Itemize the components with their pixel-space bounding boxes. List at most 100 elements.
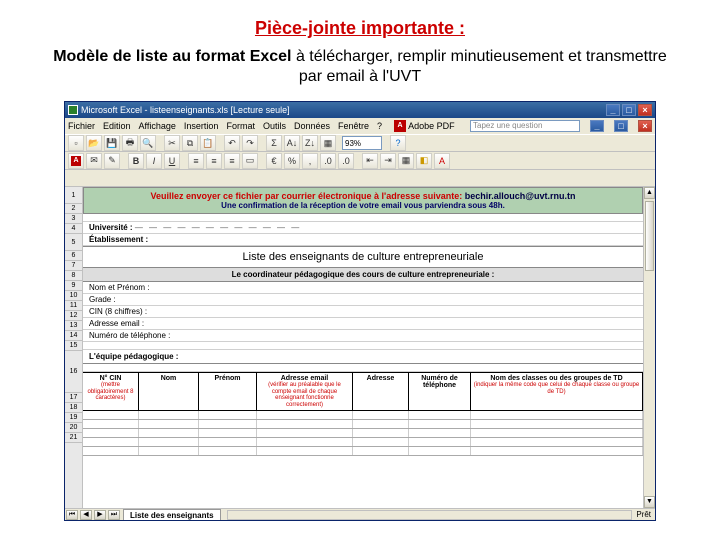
comma-icon[interactable]: , [302,153,318,169]
team-header: L'équipe pédagogique : [83,350,643,364]
row-header[interactable]: 16 [65,351,82,393]
row-header[interactable]: 6 [65,251,82,261]
cut-icon[interactable]: ✂ [164,135,180,151]
zoom-combo[interactable]: 93% [342,136,382,150]
doc-close-button[interactable]: × [638,120,652,132]
merge-icon[interactable]: ▭ [242,153,258,169]
save-icon[interactable]: 💾 [104,135,120,151]
tab-next-icon[interactable]: ▶ [94,510,106,520]
indent-dec-icon[interactable]: ⇤ [362,153,378,169]
row-header[interactable]: 1 [65,187,82,204]
align-left-icon[interactable]: ≡ [188,153,204,169]
new-icon[interactable]: ▫ [68,135,84,151]
currency-icon[interactable]: € [266,153,282,169]
tab-prev-icon[interactable]: ◀ [80,510,92,520]
scroll-down-icon[interactable]: ▼ [644,496,655,508]
minimize-button[interactable]: _ [606,104,620,116]
field-nom: Nom et Prénom : [83,282,643,294]
table-row[interactable] [83,411,643,420]
undo-icon[interactable]: ↶ [224,135,240,151]
pdf-review-icon[interactable]: ✎ [104,153,120,169]
menu-data[interactable]: Données [294,121,330,131]
row-header[interactable]: 12 [65,311,82,321]
menubar: Fichier Edition Affichage Insertion Form… [65,118,655,134]
preview-icon[interactable]: 🔍 [140,135,156,151]
menu-adobe[interactable]: AAdobe PDF [390,120,459,132]
print-icon[interactable]: 🖶 [122,135,138,151]
row-header[interactable]: 19 [65,413,82,423]
menu-tools[interactable]: Outils [263,121,286,131]
menu-format[interactable]: Format [226,121,255,131]
sheet-tab[interactable]: Liste des enseignants [123,509,221,520]
row-header[interactable]: 18 [65,403,82,413]
excel-icon [68,105,78,115]
row-header[interactable]: 20 [65,423,82,433]
close-button[interactable]: × [638,104,652,116]
fill-color-icon[interactable]: ◧ [416,153,432,169]
field-cin: CIN (8 chiffres) : [83,306,643,318]
row-header[interactable]: 10 [65,291,82,301]
underline-icon[interactable]: U [164,153,180,169]
open-icon[interactable]: 📂 [86,135,102,151]
row-header[interactable]: 8 [65,271,82,281]
italic-icon[interactable]: I [146,153,162,169]
menu-help[interactable]: ? [377,121,382,131]
paste-icon[interactable]: 📋 [200,135,216,151]
row-header[interactable]: 2 [65,204,82,214]
maximize-button[interactable]: □ [622,104,636,116]
table-row[interactable] [83,420,643,429]
sum-icon[interactable]: Σ [266,135,282,151]
doc-restore-button[interactable]: □ [614,120,628,132]
row-header[interactable]: 5 [65,234,82,251]
border-icon[interactable]: ▦ [398,153,414,169]
row-header[interactable]: 14 [65,331,82,341]
sort-asc-icon[interactable]: A↓ [284,135,300,151]
pdf-export-icon[interactable]: A [68,153,84,169]
row-header[interactable]: 11 [65,301,82,311]
percent-icon[interactable]: % [284,153,300,169]
table-row[interactable] [83,429,643,438]
excel-window: Microsoft Excel - listeenseignants.xls [… [64,101,656,521]
bold-icon[interactable]: B [128,153,144,169]
font-color-icon[interactable]: A [434,153,450,169]
copy-icon[interactable]: ⧉ [182,135,198,151]
horizontal-scrollbar[interactable] [227,510,633,520]
doc-minimize-button[interactable]: _ [590,120,604,132]
row-header[interactable]: 15 [65,341,82,351]
spreadsheet-grid[interactable]: 1 2 3 4 5 6 7 8 9 10 11 12 13 14 15 16 1… [65,186,655,508]
row-header[interactable]: 3 [65,214,82,224]
pdf-mail-icon[interactable]: ✉ [86,153,102,169]
table-row[interactable] [83,447,643,456]
tab-last-icon[interactable]: ⏭ [108,510,120,520]
row-header[interactable]: 7 [65,261,82,271]
dec-dec-icon[interactable]: .0 [338,153,354,169]
chart-icon[interactable]: ▦ [320,135,336,151]
row-header[interactable]: 21 [65,433,82,443]
menu-window[interactable]: Fenêtre [338,121,369,131]
indent-inc-icon[interactable]: ⇥ [380,153,396,169]
row-header[interactable]: 9 [65,281,82,291]
tab-first-icon[interactable]: ⏮ [66,510,78,520]
row-header[interactable]: 13 [65,321,82,331]
help-search-input[interactable]: Tapez une question [470,120,580,132]
table-row[interactable] [83,438,643,447]
titlebar: Microsoft Excel - listeenseignants.xls [… [65,102,655,118]
menu-edit[interactable]: Edition [103,121,131,131]
align-center-icon[interactable]: ≡ [206,153,222,169]
list-title: Liste des enseignants de culture entrepr… [83,246,643,268]
redo-icon[interactable]: ↷ [242,135,258,151]
help-icon[interactable]: ? [390,135,406,151]
dec-inc-icon[interactable]: .0 [320,153,336,169]
scroll-up-icon[interactable]: ▲ [644,187,655,199]
menu-view[interactable]: Affichage [139,121,176,131]
scroll-thumb[interactable] [645,201,654,271]
align-right-icon[interactable]: ≡ [224,153,240,169]
menu-insert[interactable]: Insertion [184,121,219,131]
row-header[interactable]: 17 [65,393,82,403]
vertical-scrollbar[interactable]: ▲ ▼ [643,187,655,508]
row-header[interactable]: 4 [65,224,82,234]
menu-file[interactable]: Fichier [68,121,95,131]
sort-desc-icon[interactable]: Z↓ [302,135,318,151]
page-title: Pièce-jointe importante : [40,18,680,39]
window-title: Microsoft Excel - listeenseignants.xls [… [81,105,290,115]
